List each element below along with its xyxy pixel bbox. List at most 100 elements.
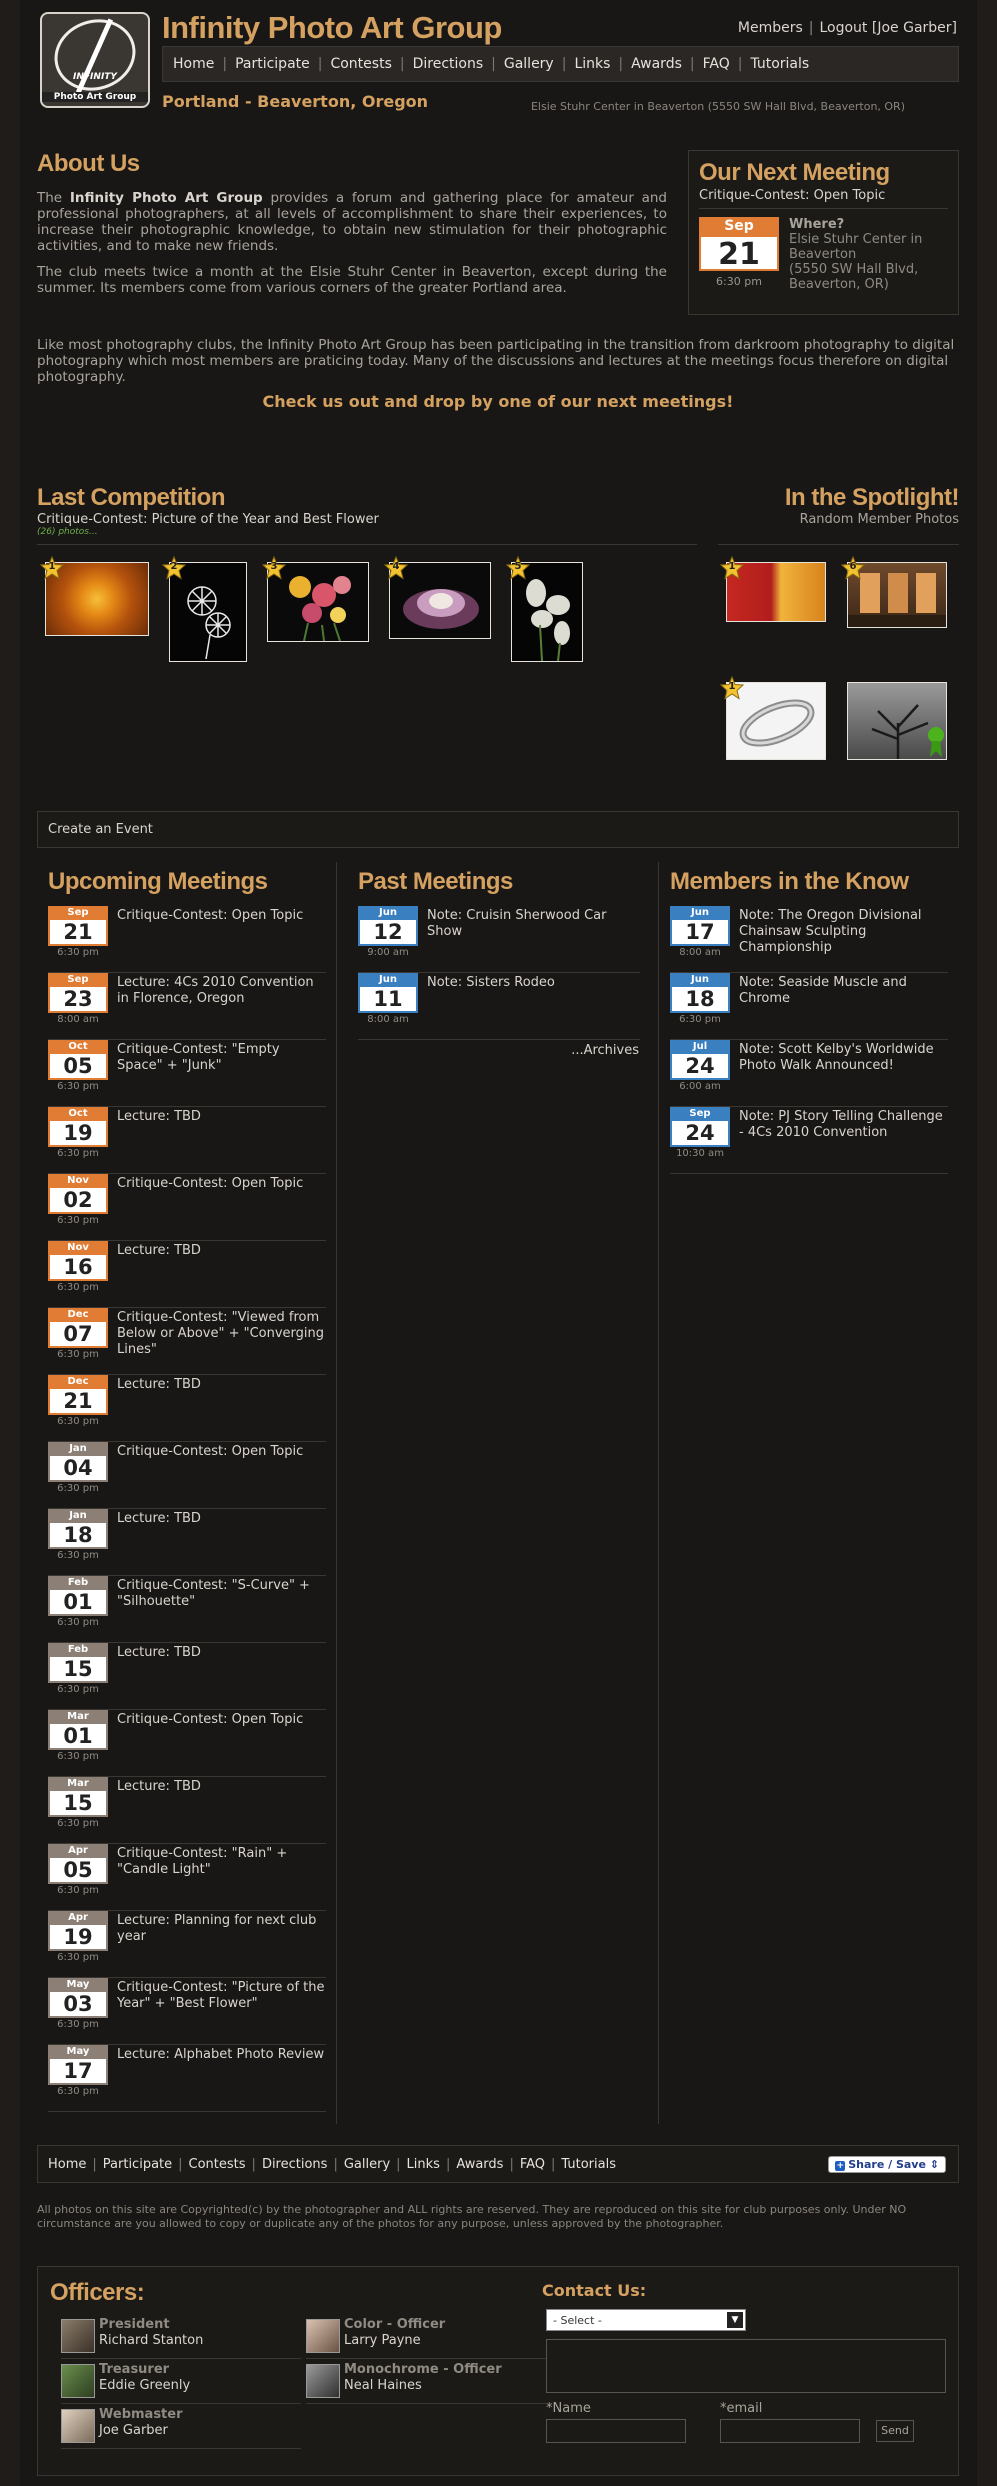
footer-nav-item-home[interactable]: Home: [48, 2157, 86, 2172]
event-title-link[interactable]: Critique-Contest: "Picture of the Year" …: [117, 1980, 326, 2012]
avatar: [61, 2364, 95, 2398]
officer-entry[interactable]: Monochrome - Officer Neal Haines: [306, 2362, 546, 2404]
event-title-link[interactable]: Lecture: TBD: [117, 1377, 326, 1393]
name-field[interactable]: [546, 2419, 686, 2443]
about-text: The Infinity Photo Art Group provides a …: [37, 190, 667, 306]
footer-nav-item-tutorials[interactable]: Tutorials: [561, 2157, 616, 2172]
next-meeting-title[interactable]: Critique-Contest: Open Topic: [699, 188, 885, 203]
event-title-link[interactable]: Critique-Contest: "Empty Space" + "Junk": [117, 1042, 326, 1074]
event-time: 6:30 pm: [57, 1751, 99, 1762]
nav-item-participate[interactable]: Participate: [235, 56, 310, 72]
officer-entry[interactable]: Webmaster Joe Garber: [61, 2407, 301, 2449]
event-title-link[interactable]: Critique-Contest: Open Topic: [117, 1712, 326, 1728]
email-field[interactable]: [720, 2419, 860, 2443]
contact-recipient-select[interactable]: - Select - ▼: [546, 2309, 746, 2331]
event-title-link[interactable]: Lecture: TBD: [117, 1511, 326, 1527]
footer-nav-item-awards[interactable]: Awards: [456, 2157, 503, 2172]
footer-nav-item-directions[interactable]: Directions: [262, 2157, 328, 2172]
event-title-link[interactable]: Note: Scott Kelby's Worldwide Photo Walk…: [739, 1042, 948, 1074]
event-title-link[interactable]: Note: Cruisin Sherwood Car Show: [427, 908, 640, 940]
rank-star-icon: 4: [383, 555, 409, 580]
event-title-link[interactable]: Lecture: Planning for next club year: [117, 1913, 326, 1945]
last-competition-subtitle: Critique-Contest: Picture of the Year an…: [37, 512, 379, 527]
send-button[interactable]: Send: [876, 2420, 914, 2442]
event-day: 18: [670, 987, 730, 1013]
nav-item-contests[interactable]: Contests: [330, 56, 391, 72]
nav-item-awards[interactable]: Awards: [631, 56, 682, 72]
event-title-link[interactable]: Note: The Oregon Divisional Chainsaw Scu…: [739, 908, 948, 956]
officer-entry[interactable]: Color - Officer Larry Payne: [306, 2317, 546, 2359]
event-day: 17: [670, 920, 730, 946]
next-meeting-day: 21: [699, 235, 779, 272]
nav-item-links[interactable]: Links: [574, 56, 610, 72]
event-date-badge: Apr 19 6:30 pm: [48, 1911, 108, 1963]
create-event-bar[interactable]: Create an Event: [37, 811, 959, 848]
create-event-link[interactable]: Create an Event: [48, 822, 153, 837]
last-competition-heading: Last Competition: [37, 484, 226, 511]
rank-number: 1: [48, 561, 56, 572]
divider: [699, 208, 948, 209]
event-month: Feb: [48, 1576, 108, 1590]
event-title-link[interactable]: Critique-Contest: "S-Curve" + "Silhouett…: [117, 1578, 326, 1610]
event-time: 6:30 pm: [57, 1483, 99, 1494]
rank-star-icon: 3: [261, 555, 287, 580]
officer-role: Monochrome - Officer: [344, 2362, 502, 2377]
event-title-link[interactable]: Lecture: Alphabet Photo Review: [117, 2047, 326, 2063]
officer-entry[interactable]: Treasurer Eddie Greenly: [61, 2362, 301, 2404]
event-title-link[interactable]: Critique-Contest: Open Topic: [117, 1176, 326, 1192]
event-title-link[interactable]: Lecture: 4Cs 2010 Convention in Florence…: [117, 975, 326, 1007]
share-save-button[interactable]: + Share / Save ⇕: [828, 2156, 946, 2173]
event-month: Jun: [670, 973, 730, 987]
event-day: 11: [358, 987, 418, 1013]
footer-nav-item-links[interactable]: Links: [407, 2157, 440, 2172]
event-title-link[interactable]: Critique-Contest: "Rain" + "Candle Light…: [117, 1846, 326, 1878]
event-item: Sep 23 8:00 am Lecture: 4Cs 2010 Convention…: [48, 973, 326, 1040]
event-date-badge: Feb 01 6:30 pm: [48, 1576, 108, 1628]
chevron-down-icon: ▼: [727, 2312, 743, 2328]
spotlight-photo-4[interactable]: [847, 682, 947, 760]
event-day: 23: [48, 987, 108, 1013]
event-title-link[interactable]: Lecture: TBD: [117, 1109, 326, 1125]
copyright-notice: All photos on this site are Copyrighted(…: [37, 2203, 907, 2230]
event-title-link[interactable]: Note: Sisters Rodeo: [427, 975, 640, 991]
nav-item-tutorials[interactable]: Tutorials: [750, 56, 809, 72]
logout-link[interactable]: Logout: [819, 20, 867, 36]
about-paragraph-1: The Infinity Photo Art Group provides a …: [37, 190, 667, 254]
members-link[interactable]: Members: [738, 20, 803, 36]
footer-nav-item-participate[interactable]: Participate: [103, 2157, 172, 2172]
nav-item-faq[interactable]: FAQ: [703, 56, 730, 72]
event-time: 6:30 pm: [57, 1148, 99, 1159]
event-title-link[interactable]: Note: PJ Story Telling Challenge - 4Cs 2…: [739, 1109, 948, 1141]
footer-nav: Home | Participate | Contests | Directions | Gal…: [37, 2145, 959, 2183]
last-competition-photo-count[interactable]: (26) photos...: [37, 527, 98, 537]
event-item: Feb 01 6:30 pm Critique-Contest: "S-Curve" …: [48, 1576, 326, 1643]
event-title-link[interactable]: Critique-Contest: Open Topic: [117, 1444, 326, 1460]
event-title-link[interactable]: Lecture: TBD: [117, 1645, 326, 1661]
rank-number: 2: [170, 561, 178, 572]
event-title-link[interactable]: Critique-Contest: "Viewed from Below or …: [117, 1310, 326, 1358]
event-title-link[interactable]: Critique-Contest: Open Topic: [117, 908, 326, 924]
site-title[interactable]: Infinity Photo Art Group: [162, 10, 502, 46]
footer-nav-item-gallery[interactable]: Gallery: [344, 2157, 390, 2172]
officer-entry[interactable]: President Richard Stanton: [61, 2317, 301, 2359]
nav-item-gallery[interactable]: Gallery: [504, 56, 554, 72]
event-time: 6:30 pm: [57, 1818, 99, 1829]
event-time: 6:30 pm: [57, 2019, 99, 2030]
footer-nav-item-faq[interactable]: FAQ: [520, 2157, 545, 2172]
avatar: [61, 2409, 95, 2443]
officers-heading: Officers:: [50, 2279, 145, 2306]
nav-item-home[interactable]: Home: [173, 56, 214, 72]
contact-message-field[interactable]: [546, 2339, 946, 2393]
footer-nav-item-contests[interactable]: Contests: [189, 2157, 246, 2172]
event-title-link[interactable]: Lecture: TBD: [117, 1243, 326, 1259]
site-logo[interactable]: INFINITY Photo Art Group: [40, 12, 150, 108]
event-title-link[interactable]: Note: Seaside Muscle and Chrome: [739, 975, 948, 1007]
event-title-link[interactable]: Lecture: TBD: [117, 1779, 326, 1795]
event-day: 24: [670, 1054, 730, 1080]
divider: [61, 2403, 301, 2404]
event-item: Oct 19 6:30 pm Lecture: TBD: [48, 1107, 326, 1174]
archives-link[interactable]: ...Archives: [565, 1043, 639, 1058]
about-heading: About Us: [37, 150, 140, 177]
nav-item-directions[interactable]: Directions: [413, 56, 484, 72]
email-label: *email: [720, 2401, 763, 2416]
